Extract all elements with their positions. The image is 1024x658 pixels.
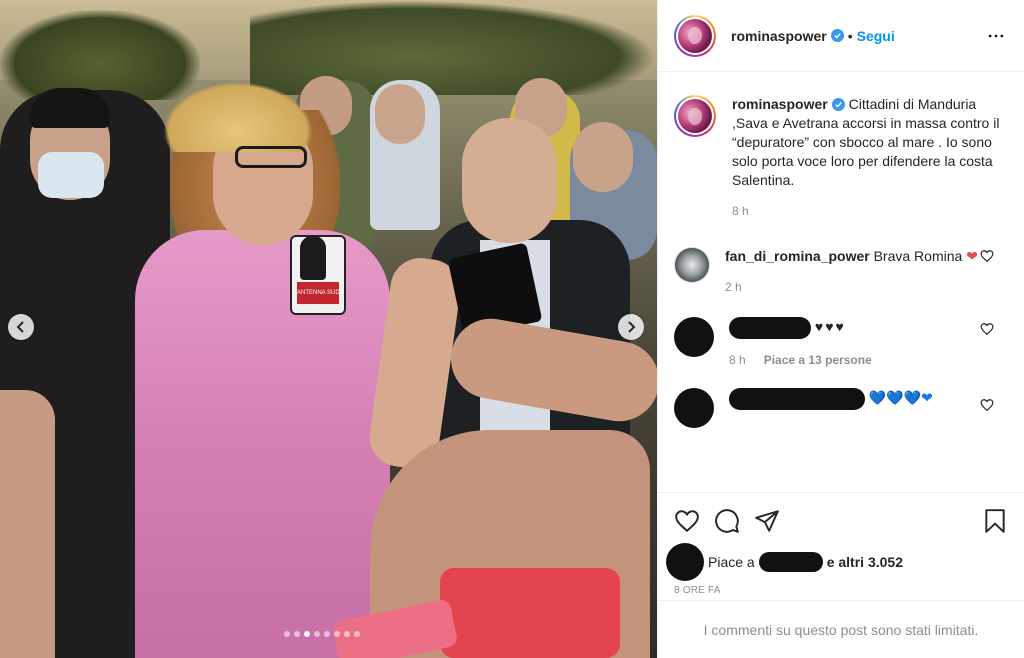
verified-icon	[831, 98, 845, 111]
post-sidebar: rominaspower • Segui rominaspower Cittad…	[657, 0, 1024, 658]
comment-time[interactable]: 8 h	[729, 351, 746, 370]
comment-icon[interactable]	[714, 508, 740, 534]
comments-list: rominaspower Cittadini di Manduria ,Sava…	[658, 73, 1024, 491]
carousel-next-button[interactable]	[618, 314, 644, 340]
photo-person-head	[573, 122, 633, 192]
redacted-username	[729, 317, 811, 339]
bookmark-icon[interactable]	[982, 508, 1008, 534]
photo-red-phone	[440, 568, 620, 658]
chevron-right-icon	[628, 321, 636, 333]
comment-item: fan_di_romina_power Brava Romina ❤ 2 h	[674, 247, 1008, 297]
carousel-prev-button[interactable]	[8, 314, 34, 340]
liker-avatar	[666, 543, 704, 581]
comment-text: 💙💙💙❤	[868, 389, 933, 406]
caption-username[interactable]: rominaspower	[732, 96, 828, 112]
heart-icon[interactable]	[980, 249, 994, 263]
comment-item: ♥♥♥ 8 h Piace a 13 persone	[674, 317, 1008, 370]
carousel-dot	[334, 631, 340, 637]
verified-icon	[830, 29, 844, 42]
share-icon[interactable]	[754, 508, 780, 534]
photo-straw-hat	[163, 82, 313, 152]
caption: rominaspower Cittadini di Manduria ,Sava…	[674, 95, 1008, 221]
heart-icon[interactable]	[674, 508, 700, 534]
carousel-dot	[294, 631, 300, 637]
comment-avatar[interactable]	[674, 317, 714, 357]
photo-glasses	[235, 146, 307, 168]
comment-text: Brava Romina	[873, 248, 963, 264]
redacted-username	[729, 388, 865, 410]
photo-person-head	[375, 84, 425, 144]
likes-count[interactable]: e altri 3.052	[827, 554, 903, 570]
caption-time[interactable]: 8 h	[732, 202, 749, 221]
heart-icon[interactable]	[980, 322, 994, 336]
photo-microphone-head	[300, 236, 326, 280]
author-avatar[interactable]	[674, 14, 716, 57]
more-icon	[988, 34, 1004, 37]
caption-avatar[interactable]	[674, 95, 716, 137]
carousel-dots	[284, 631, 360, 637]
carousel-dot	[344, 631, 350, 637]
photo-face-mask	[38, 152, 104, 198]
more-options-button[interactable]	[984, 24, 1008, 48]
post-timestamp[interactable]: 8 ORE FA	[674, 585, 1008, 596]
likes-summary[interactable]: Piace a e altri 3.052	[666, 543, 1008, 581]
comments-limited-notice: I commenti su questo post sono stati lim…	[658, 600, 1024, 658]
carousel-dot	[304, 631, 310, 637]
comment-item: 💙💙💙❤	[674, 388, 1008, 428]
photo-woman-pink-shirt	[135, 230, 390, 658]
carousel-dot	[354, 631, 360, 637]
heart-icon[interactable]	[980, 398, 994, 412]
photo-cap	[30, 88, 110, 128]
comment-likes[interactable]: Piace a 13 persone	[764, 351, 872, 370]
carousel-dot	[324, 631, 330, 637]
photo-left-face	[0, 390, 55, 658]
post-header: rominaspower • Segui	[658, 0, 1024, 72]
redacted-liker	[758, 552, 823, 572]
photo-man-right-head	[462, 118, 557, 243]
comment-avatar[interactable]	[674, 388, 714, 428]
carousel-dot	[314, 631, 320, 637]
chevron-left-icon	[16, 321, 24, 333]
author-username[interactable]: rominaspower	[731, 28, 827, 44]
heart-emoji: ❤	[966, 248, 978, 264]
photo-microphone-badge: ANTENNA SUD 85	[297, 282, 339, 304]
post-photo[interactable]: ANTENNA SUD 85	[0, 0, 657, 658]
likes-prefix: Piace a	[708, 554, 755, 570]
mic-badge-text: ANTENNA SUD 85	[297, 290, 339, 296]
action-bar: Piace a e altri 3.052 8 ORE FA	[658, 492, 1024, 596]
comment-time[interactable]: 2 h	[725, 278, 742, 297]
separator-dot: •	[847, 27, 853, 44]
follow-button[interactable]: Segui	[857, 28, 895, 44]
comment-username[interactable]: fan_di_romina_power	[725, 248, 870, 264]
comment-avatar[interactable]	[674, 247, 710, 283]
carousel-dot	[284, 631, 290, 637]
comment-text: ♥♥♥	[814, 318, 846, 335]
